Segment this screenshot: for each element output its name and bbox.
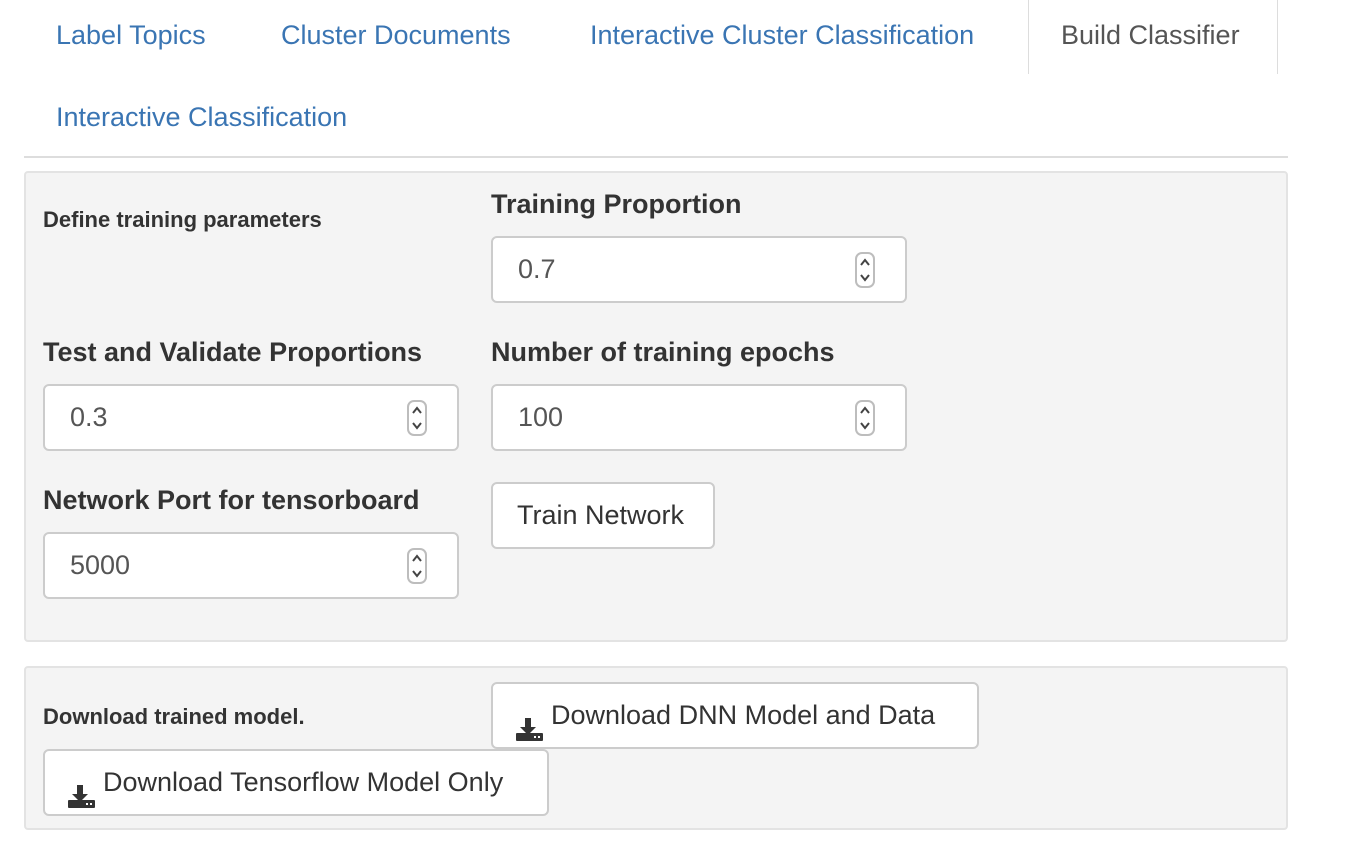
training-proportion-value: 0.7 [518, 254, 556, 284]
training-proportion-input[interactable]: 0.7 [491, 236, 907, 303]
download-dnn-label: Download DNN Model and Data [551, 700, 936, 730]
download-tensorflow-button[interactable]: Download Tensorflow Model Only [43, 749, 549, 816]
test-validate-label: Test and Validate Proportions [43, 337, 423, 367]
download-panel: Download trained model. Download DNN Mod… [24, 666, 1288, 830]
tab-bar: Label Topics Cluster Documents Interacti… [24, 0, 1288, 158]
tab-interactive-cluster-classification[interactable]: Interactive Cluster Classification [558, 0, 1006, 74]
training-parameters-panel: Define training parameters Training Prop… [24, 171, 1288, 642]
build-classifier-page: Label Topics Cluster Documents Interacti… [0, 0, 1362, 852]
tab-cluster-documents[interactable]: Cluster Documents [249, 0, 543, 74]
train-network-button[interactable]: Train Network [491, 482, 715, 549]
download-tensorflow-label: Download Tensorflow Model Only [103, 767, 504, 797]
epochs-input[interactable]: 100 [491, 384, 907, 451]
spinner-arrows-icon[interactable] [407, 548, 427, 584]
test-validate-input[interactable]: 0.3 [43, 384, 459, 451]
epochs-value: 100 [518, 402, 564, 432]
tab-bar-divider [24, 156, 1288, 158]
tab-interactive-classification[interactable]: Interactive Classification [24, 82, 379, 156]
training-proportion-label: Training Proportion [491, 189, 742, 219]
test-validate-value: 0.3 [70, 402, 108, 432]
port-label: Network Port for tensorboard [43, 485, 420, 515]
train-network-label: Train Network [517, 500, 685, 530]
download-icon [68, 769, 96, 832]
download-dnn-button[interactable]: Download DNN Model and Data [491, 682, 979, 749]
training-parameters-heading: Define training parameters [43, 207, 322, 232]
port-value: 5000 [70, 550, 131, 580]
spinner-arrows-icon[interactable] [407, 400, 427, 436]
spinner-arrows-icon[interactable] [855, 400, 875, 436]
spinner-arrows-icon[interactable] [855, 252, 875, 288]
port-input[interactable]: 5000 [43, 532, 459, 599]
download-heading: Download trained model. [43, 704, 305, 729]
tab-build-classifier[interactable]: Build Classifier [1028, 0, 1278, 74]
epochs-label: Number of training epochs [491, 337, 835, 367]
tab-label-topics[interactable]: Label Topics [24, 0, 238, 74]
